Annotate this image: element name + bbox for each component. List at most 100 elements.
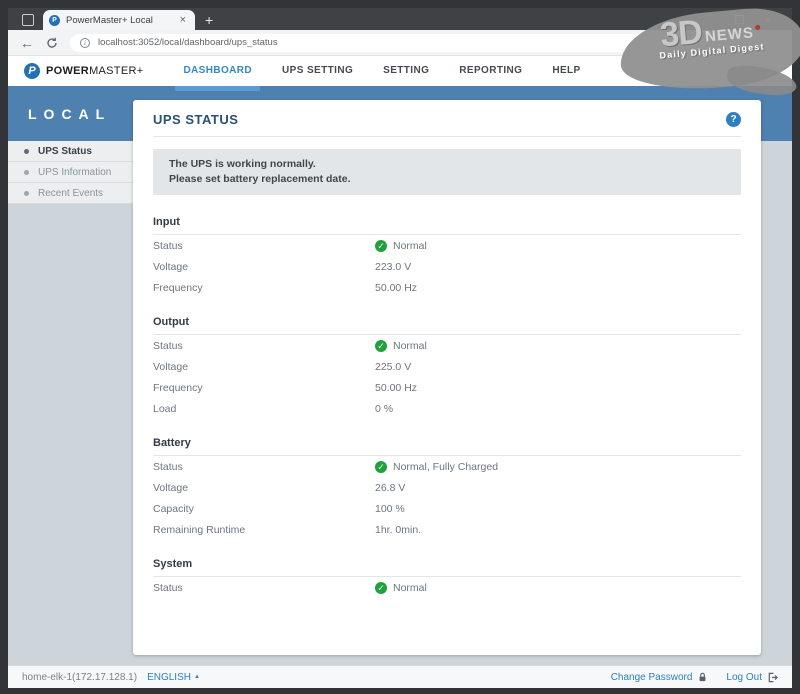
app-footer: home-elk-1(172.17.128.1) ENGLISH ▲ Chang…: [8, 665, 792, 688]
url-text: localhost:3052/local/dashboard/ups_statu…: [98, 37, 278, 48]
bullet-icon: [24, 191, 29, 196]
site-info-icon[interactable]: i: [80, 38, 90, 48]
row-value-text: 225.0 V: [375, 361, 411, 373]
section-title: System: [153, 553, 741, 577]
row-label: Status: [153, 582, 375, 594]
sidebar-item-label: Recent Events: [38, 188, 103, 199]
row-value-text: Normal: [393, 240, 427, 252]
status-row: Frequency50.00 Hz: [153, 377, 741, 398]
back-icon[interactable]: ←: [20, 35, 34, 51]
status-row: Status✓Normal: [153, 335, 741, 356]
status-row: Status✓ Normal, Fully Charged: [153, 456, 741, 477]
section-title: Battery: [153, 432, 741, 456]
card-header: UPS STATUS ?: [153, 112, 741, 137]
status-ok-icon: ✓: [375, 240, 387, 252]
row-label: Frequency: [153, 382, 375, 394]
status-notice: The UPS is working normally. Please set …: [153, 149, 741, 195]
browser-window: P PowerMaster+ Local × + × ← i localhost…: [0, 0, 800, 694]
help-icon[interactable]: ?: [726, 112, 741, 127]
nav-item-ups-setting[interactable]: UPS SETTING: [282, 56, 353, 86]
section-battery: Battery Status✓ Normal, Fully Charged Volta…: [153, 432, 741, 540]
sidebar-item-ups-status[interactable]: UPS Status: [8, 141, 133, 162]
row-value: ✓Normal: [375, 582, 427, 594]
nav-menu: DASHBOARD UPS SETTING SETTING REPORTING HELP: [183, 56, 580, 86]
row-value-text: 1hr. 0min.: [375, 524, 421, 536]
row-value-text: 100 %: [375, 503, 405, 515]
row-label: Capacity: [153, 503, 375, 515]
browser-tab[interactable]: P PowerMaster+ Local ×: [43, 10, 195, 30]
status-row: Status✓Normal: [153, 577, 741, 598]
section-title: Input: [153, 211, 741, 235]
notice-line: The UPS is working normally.: [169, 157, 725, 172]
notice-line: Please set battery replacement date.: [169, 172, 725, 187]
section-system: SystemStatus✓Normal: [153, 553, 741, 598]
tab-actions-icon[interactable]: [22, 14, 34, 26]
window-close-icon[interactable]: ×: [764, 13, 772, 26]
row-value: 223.0 V: [375, 261, 411, 273]
row-value: 1hr. 0min.: [375, 524, 421, 536]
sidebar-item-ups-information[interactable]: UPS Information: [8, 162, 133, 183]
tab-close-icon[interactable]: ×: [177, 14, 189, 26]
status-sections: InputStatus✓NormalVoltage223.0 VFrequenc…: [153, 211, 741, 598]
row-value: 26.8 V: [375, 482, 405, 494]
row-label: Voltage: [153, 482, 375, 494]
footer-right: Change Password Log Out: [611, 672, 778, 683]
address-bar[interactable]: i localhost:3052/local/dashboard/ups_sta…: [70, 34, 778, 52]
tab-title: PowerMaster+ Local: [66, 15, 177, 26]
nav-item-dashboard[interactable]: DASHBOARD: [183, 56, 252, 86]
brand-logo: P POWERMASTER+: [24, 63, 143, 79]
row-value-text: Normal, Fully Charged: [393, 461, 498, 473]
status-row: Status✓ Normal: [153, 235, 741, 256]
row-value: ✓ Normal, Fully Charged: [375, 461, 498, 473]
section-title: Output: [153, 311, 741, 335]
page-title: UPS STATUS: [153, 112, 238, 127]
language-select[interactable]: ENGLISH ▲: [147, 672, 200, 683]
brand-text: POWERMASTER+: [46, 65, 143, 77]
lock-icon: [697, 672, 708, 683]
sidebar-item-label: UPS Status: [38, 146, 92, 157]
row-label: Voltage: [153, 361, 375, 373]
tab-favicon-icon: P: [49, 15, 60, 26]
row-value-text: Normal: [393, 582, 427, 594]
page-background: LOCAL UPS StatusUPS InformationRecent Ev…: [8, 86, 792, 665]
sidebar-menu: UPS Status UPS Information Recent Events: [8, 141, 133, 204]
section-input: InputStatus✓NormalVoltage223.0 VFrequenc…: [153, 211, 741, 298]
brand-p-icon: P: [24, 63, 40, 79]
status-row: Voltage26.8 V: [153, 477, 741, 498]
row-value-text: 50.00 Hz: [375, 382, 417, 394]
nav-item-setting[interactable]: SETTING: [383, 56, 429, 86]
nav-item-help[interactable]: HELP: [552, 56, 580, 86]
status-ok-icon: ✓: [375, 461, 387, 473]
row-value-text: 223.0 V: [375, 261, 411, 273]
row-value: 100 %: [375, 503, 405, 515]
row-value: 225.0 V: [375, 361, 411, 373]
window-controls: ×: [735, 8, 784, 30]
row-label: Load: [153, 403, 375, 415]
new-tab-button[interactable]: +: [205, 13, 213, 27]
brand-text-bold: POWER: [46, 65, 89, 77]
log-out-link[interactable]: Log Out: [726, 672, 778, 683]
row-label: Voltage: [153, 261, 375, 273]
app-navbar: P POWERMASTER+ DASHBOARD UPS SETTING SETTI…: [8, 56, 792, 86]
status-row: Frequency50.00 Hz: [153, 277, 741, 298]
row-value-text: 0 %: [375, 403, 393, 415]
change-password-link[interactable]: Change Password: [611, 672, 709, 683]
maximize-icon[interactable]: [735, 15, 744, 24]
log-out-icon: [767, 672, 778, 683]
row-value-text: Normal: [393, 340, 427, 352]
nav-item-reporting[interactable]: REPORTING: [459, 56, 522, 86]
browser-titlebar: P PowerMaster+ Local × + ×: [8, 8, 792, 30]
status-row: Load0 %: [153, 398, 741, 419]
row-value: ✓ Normal: [375, 340, 427, 352]
row-value: 50.00 Hz: [375, 282, 417, 294]
browser-urlbar: ← i localhost:3052/local/dashboard/ups_s…: [8, 30, 792, 56]
sidebar-item-recent-events[interactable]: Recent Events: [8, 183, 133, 204]
status-ok-icon: ✓: [375, 340, 387, 352]
footer-left: home-elk-1(172.17.128.1) ENGLISH ▲: [22, 672, 200, 683]
status-row: Voltage223.0 V: [153, 256, 741, 277]
bullet-icon: [24, 170, 29, 175]
row-label: Status: [153, 461, 375, 473]
row-value-text: 26.8 V: [375, 482, 405, 494]
row-label: Status: [153, 240, 375, 252]
refresh-icon[interactable]: [46, 37, 58, 49]
